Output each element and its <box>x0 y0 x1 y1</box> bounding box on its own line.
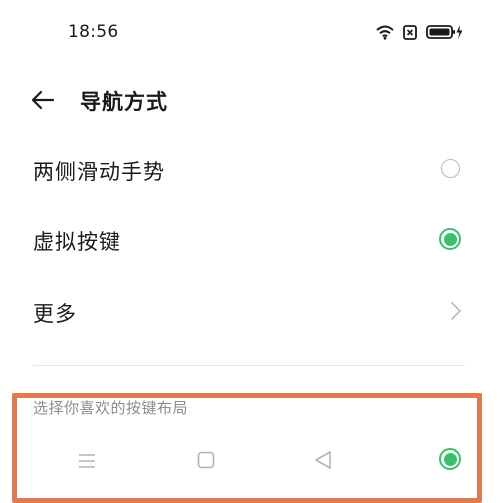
status-icons <box>376 24 464 40</box>
option-gesture-navigation[interactable]: 两侧滑动手势 <box>0 140 500 200</box>
page-title: 导航方式 <box>80 90 168 114</box>
home-square-icon <box>197 451 215 469</box>
button-layout-option[interactable] <box>0 440 500 484</box>
divider <box>33 365 465 366</box>
wifi-icon <box>376 25 394 40</box>
option-label: 更多 <box>33 302 77 326</box>
back-button[interactable] <box>26 84 60 116</box>
battery-charging-icon <box>426 24 464 40</box>
chevron-right-icon <box>451 302 461 320</box>
back-arrow-icon <box>31 90 55 110</box>
radio-selected[interactable] <box>439 448 461 470</box>
status-time: 18:56 <box>68 22 119 42</box>
section-label: 选择你喜欢的按键布局 <box>33 399 189 417</box>
radio-unselected[interactable] <box>441 159 460 178</box>
radio-selected[interactable] <box>439 228 461 250</box>
option-more[interactable]: 更多 <box>0 282 500 342</box>
status-bar: 18:56 <box>0 0 500 66</box>
option-label: 虚拟按键 <box>33 230 121 254</box>
option-label: 两侧滑动手势 <box>33 160 165 184</box>
menu-icon <box>79 454 95 468</box>
back-triangle-icon <box>315 451 331 469</box>
no-sim-icon <box>403 24 417 40</box>
option-virtual-keys[interactable]: 虚拟按键 <box>0 210 500 270</box>
header: 导航方式 <box>0 78 500 122</box>
